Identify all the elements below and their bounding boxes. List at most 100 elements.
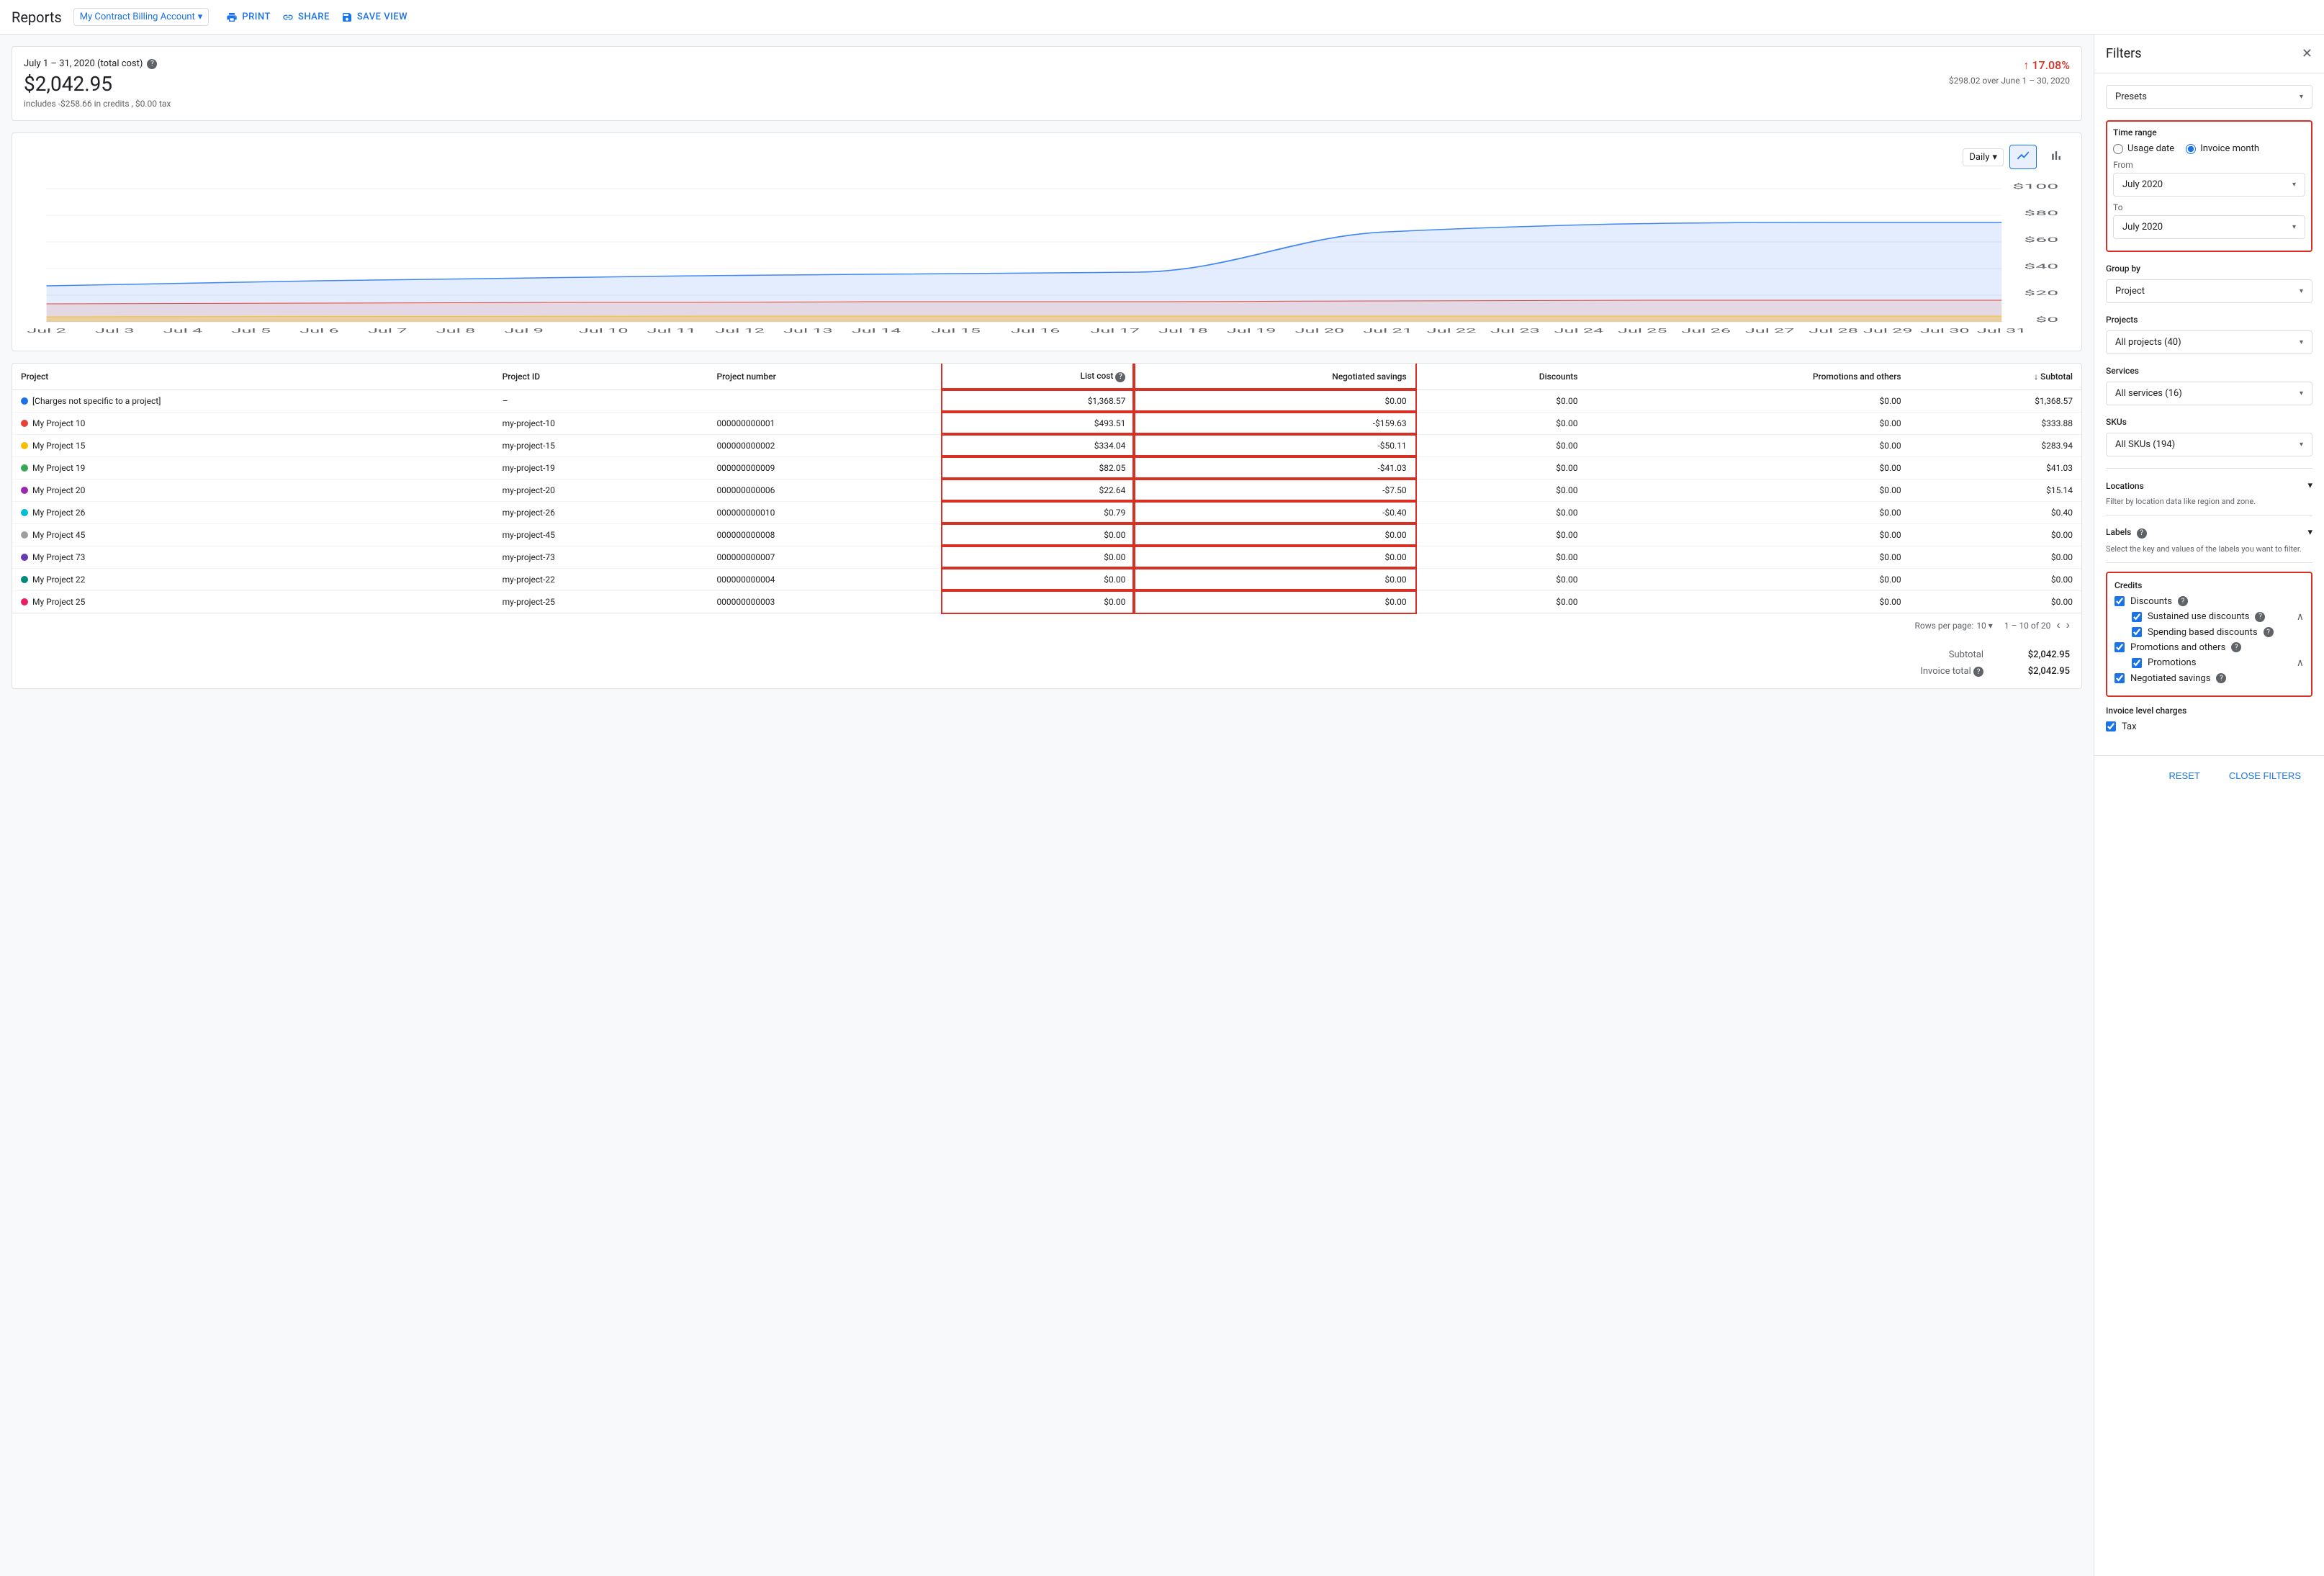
project-dot — [21, 509, 28, 516]
labels-header[interactable]: Labels ? ▾ — [2106, 524, 2312, 541]
locations-header[interactable]: Locations ▾ — [2106, 477, 2312, 494]
spending-based-checkbox-item[interactable]: Spending based discounts ? — [2132, 627, 2304, 638]
discounts-cell: $0.00 — [1415, 568, 1587, 590]
tax-checkbox[interactable] — [2106, 721, 2116, 731]
save-view-button[interactable]: SAVE VIEW — [341, 12, 407, 23]
svg-text:Jul 27: Jul 27 — [1745, 328, 1795, 334]
svg-text:Jul 20: Jul 20 — [1295, 328, 1345, 334]
promotions-expand-icon[interactable]: ∧ — [2297, 657, 2304, 669]
table-row: My Project 45 my-project-45 000000000008… — [12, 523, 2081, 546]
totals-section: Subtotal $2,042.95 Invoice total ? $2,04… — [12, 638, 2081, 689]
locations-section: Locations ▾ Filter by location data like… — [2106, 477, 2312, 506]
negotiated-savings-checkbox[interactable] — [2114, 673, 2125, 683]
projects-dropdown[interactable]: All projects (40) ▾ — [2106, 330, 2312, 354]
project-cell: My Project 19 — [12, 456, 494, 479]
promotions-cell: $0.00 — [1586, 456, 1909, 479]
project-dot — [21, 531, 28, 539]
project-name: My Project 45 — [32, 530, 85, 540]
svg-text:Jul 16: Jul 16 — [1011, 328, 1060, 334]
presets-dropdown[interactable]: Presets ▾ — [2106, 85, 2312, 109]
group-by-value: Project — [2115, 286, 2145, 297]
project-id-cell: my-project-10 — [494, 412, 708, 434]
discounts-help-icon[interactable]: ? — [2178, 596, 2188, 606]
account-selector[interactable]: My Contract Billing Account ▾ — [73, 8, 210, 26]
credits-title: Credits — [2114, 580, 2304, 590]
project-name: My Project 22 — [32, 575, 85, 585]
promotions-checkbox-item[interactable]: Promotions ∧ — [2132, 657, 2304, 669]
sustained-use-checkbox-item[interactable]: Sustained use discounts ? ∧ — [2132, 611, 2304, 623]
granularity-select[interactable]: Daily ▾ — [1963, 148, 2004, 166]
share-button[interactable]: SHARE — [282, 12, 330, 23]
promotions-others-help-icon[interactable]: ? — [2231, 642, 2241, 652]
filters-close-button[interactable]: ✕ — [2302, 46, 2312, 61]
spending-based-help-icon[interactable]: ? — [2264, 627, 2274, 637]
col-subtotal[interactable]: ↓ Subtotal — [1910, 364, 2081, 390]
rows-per-page: Rows per page: 10 ▾ — [1914, 621, 1992, 631]
project-dot — [21, 576, 28, 583]
tax-label: Tax — [2122, 721, 2137, 732]
subtotal-cell: $0.40 — [1910, 501, 2081, 523]
discounts-checkbox-item[interactable]: Discounts ? — [2114, 596, 2304, 607]
usage-date-radio-label[interactable]: Usage date — [2113, 143, 2174, 154]
invoice-month-radio[interactable] — [2186, 144, 2196, 154]
promotions-others-checkbox[interactable] — [2114, 642, 2125, 652]
discounts-cell: $0.00 — [1415, 456, 1587, 479]
subtotal-cell: $0.00 — [1910, 546, 2081, 568]
rows-per-page-value[interactable]: 10 ▾ — [1976, 621, 1993, 631]
prev-page-button[interactable]: ‹ — [2056, 619, 2060, 632]
line-chart-button[interactable] — [2009, 145, 2037, 169]
negotiated-savings-checkbox-item[interactable]: Negotiated savings ? — [2114, 673, 2304, 684]
sustained-use-checkbox[interactable] — [2132, 612, 2142, 622]
promotions-others-checkbox-item[interactable]: Promotions and others ? — [2114, 642, 2304, 653]
svg-text:Jul 14: Jul 14 — [852, 328, 901, 334]
services-section: Services All services (16) ▾ — [2106, 366, 2312, 405]
project-number-cell: 000000000006 — [708, 479, 942, 501]
bar-chart-button[interactable] — [2042, 145, 2070, 169]
labels-title: Labels — [2106, 527, 2131, 537]
tax-checkbox-item[interactable]: Tax — [2106, 721, 2312, 732]
svg-text:Jul 4: Jul 4 — [163, 328, 203, 334]
services-title: Services — [2106, 366, 2312, 376]
sustained-use-help-icon[interactable]: ? — [2255, 612, 2265, 622]
col-project-number: Project number — [708, 364, 942, 390]
to-dropdown[interactable]: July 2020 ▾ — [2113, 215, 2305, 239]
table-footer: Rows per page: 10 ▾ 1 – 10 of 20 ‹ › — [12, 613, 2081, 638]
discounts-checkbox[interactable] — [2114, 596, 2125, 606]
reset-button[interactable]: RESET — [2157, 765, 2211, 787]
project-number-cell: 000000000003 — [708, 590, 942, 613]
labels-help-icon[interactable]: ? — [2137, 528, 2147, 539]
skus-dropdown[interactable]: All SKUs (194) ▾ — [2106, 433, 2312, 456]
invoice-total-help-icon[interactable]: ? — [1973, 667, 1983, 677]
project-dot — [21, 487, 28, 494]
next-page-button[interactable]: › — [2066, 619, 2070, 632]
col-list-cost: List cost ? — [942, 364, 1134, 390]
table-header-row: Project Project ID Project number List c… — [12, 364, 2081, 390]
group-by-dropdown[interactable]: Project ▾ — [2106, 279, 2312, 303]
project-cell: My Project 22 — [12, 568, 494, 590]
save-icon — [341, 12, 353, 23]
subtotal-cell: $15.14 — [1910, 479, 2081, 501]
to-value: July 2020 — [2122, 222, 2163, 233]
list-cost-cell: $0.00 — [942, 568, 1134, 590]
print-button[interactable]: PRINT — [226, 12, 271, 23]
svg-text:Jul 9: Jul 9 — [504, 328, 543, 334]
promotions-cell: $0.00 — [1586, 523, 1909, 546]
close-filters-button[interactable]: CLOSE FILTERS — [2217, 765, 2312, 787]
list-cost-help-icon[interactable]: ? — [1115, 372, 1125, 382]
sustained-use-expand-icon[interactable]: ∧ — [2297, 611, 2304, 623]
invoice-total-label: Invoice total ? — [1920, 666, 1983, 677]
summary-help-icon[interactable]: ? — [147, 59, 157, 69]
svg-text:Jul 28: Jul 28 — [1809, 328, 1858, 334]
spending-based-checkbox[interactable] — [2132, 627, 2142, 637]
promotions-checkbox[interactable] — [2132, 658, 2142, 668]
svg-text:Jul 21: Jul 21 — [1363, 328, 1413, 334]
from-dropdown[interactable]: July 2020 ▾ — [2113, 173, 2305, 197]
table-row: My Project 26 my-project-26 000000000010… — [12, 501, 2081, 523]
services-dropdown[interactable]: All services (16) ▾ — [2106, 382, 2312, 405]
negotiated-savings-help-icon[interactable]: ? — [2216, 673, 2226, 683]
invoice-month-radio-label[interactable]: Invoice month — [2186, 143, 2259, 154]
share-icon — [282, 12, 294, 23]
usage-date-radio[interactable] — [2113, 144, 2123, 154]
locations-description: Filter by location data like region and … — [2106, 497, 2312, 506]
col-negotiated-savings: Negotiated savings — [1134, 364, 1415, 390]
